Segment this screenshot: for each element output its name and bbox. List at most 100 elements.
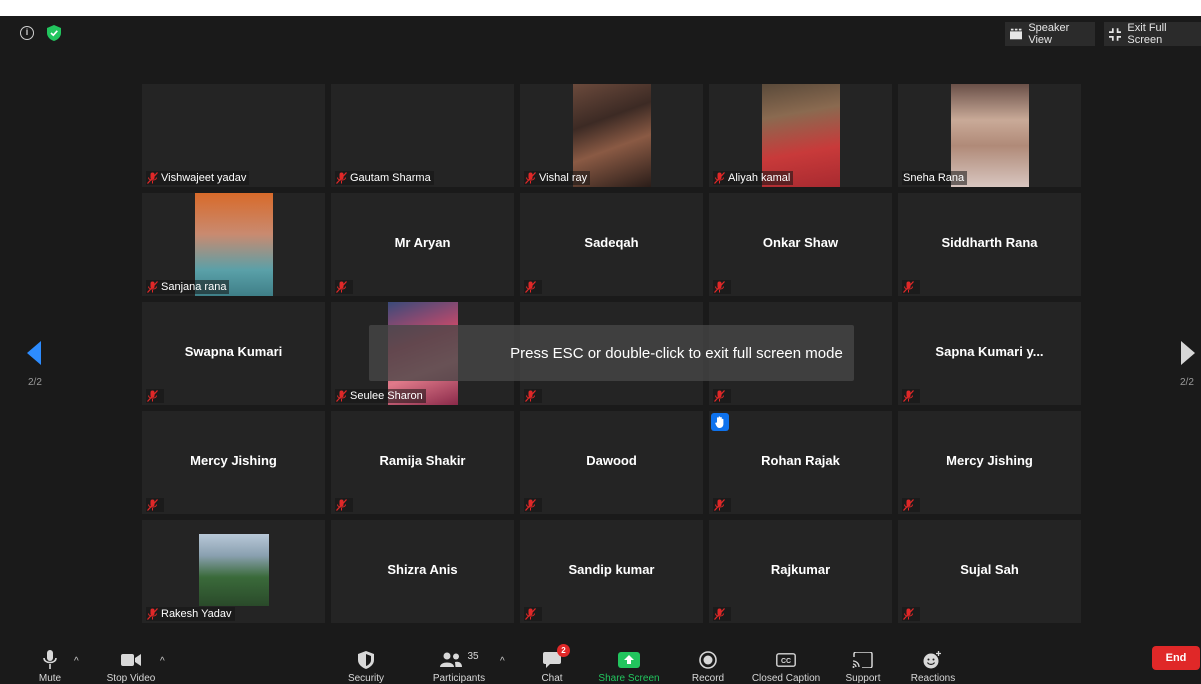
mic-muted-icon (525, 172, 536, 184)
participants-options-caret-icon[interactable]: ^ (500, 656, 505, 667)
mic-muted-icon (336, 390, 347, 402)
tile-footer (713, 280, 731, 294)
tile-footer (902, 498, 920, 512)
participant-name: Gautam Sharma (350, 172, 431, 184)
stop-video-label: Stop Video (106, 673, 156, 684)
next-page-arrow-icon[interactable] (1181, 341, 1195, 365)
mute-button[interactable]: Mute (34, 642, 66, 684)
fullscreen-toast-text: Press ESC or double-click to exit full s… (510, 344, 843, 362)
stop-video-button[interactable]: Stop Video (100, 642, 162, 684)
mic-muted-icon (714, 281, 725, 293)
tile-footer: Vishwajeet yadav (146, 171, 250, 185)
video-options-caret-icon[interactable]: ^ (160, 656, 165, 667)
mic-muted-icon (336, 499, 347, 511)
participant-tile[interactable]: Sanjana rana (142, 193, 325, 296)
participant-tile[interactable]: Shizra Anis (331, 520, 514, 623)
participant-name: Shizra Anis (387, 562, 458, 577)
participant-tile[interactable]: Mercy Jishing (142, 411, 325, 514)
closed-caption-label: Closed Caption (751, 673, 821, 684)
speaker-view-button[interactable]: Speaker View (1005, 22, 1095, 46)
chat-unread-badge: 2 (557, 644, 570, 657)
tile-footer: Seulee Sharon (335, 389, 426, 403)
reactions-button[interactable]: Reactions (906, 642, 960, 684)
participant-name: Swapna Kumari (184, 344, 283, 359)
mic-muted-icon (147, 281, 158, 293)
participant-tile[interactable]: Vishwajeet yadav (142, 84, 325, 187)
tile-footer (524, 607, 542, 621)
participant-tile[interactable]: Aliyah kamal (709, 84, 892, 187)
participant-name: Sujal Sah (960, 562, 1019, 577)
participant-tile[interactable]: Sadeqah (520, 193, 703, 296)
security-label: Security (347, 673, 385, 684)
participant-tile[interactable]: Mr Aryan (331, 193, 514, 296)
support-button[interactable]: Support (842, 642, 884, 684)
record-button[interactable]: Record (689, 642, 727, 684)
fullscreen-toast: Press ESC or double-click to exit full s… (369, 325, 854, 381)
participant-tile[interactable]: Ramija Shakir (331, 411, 514, 514)
participant-tile[interactable]: Rohan Rajak (709, 411, 892, 514)
participant-tile[interactable]: Rajkumar (709, 520, 892, 623)
participant-tile[interactable]: Sujal Sah (898, 520, 1081, 623)
participants-icon (440, 652, 463, 667)
meeting-toolbar: Mute ^ Stop Video ^ Security 35 Particip… (0, 642, 1201, 684)
participant-tile[interactable]: Mercy Jishing (898, 411, 1081, 514)
participant-tile[interactable]: Swapna Kumari (142, 302, 325, 405)
participant-name: Sadeqah (584, 235, 639, 250)
participant-tile[interactable]: Dawood (520, 411, 703, 514)
share-screen-button[interactable]: Share Screen (596, 642, 662, 684)
tile-footer (335, 280, 353, 294)
mic-muted-icon (336, 172, 347, 184)
participant-name: Ramija Shakir (379, 453, 466, 468)
tile-footer: Gautam Sharma (335, 171, 434, 185)
share-screen-label: Share Screen (598, 673, 660, 684)
info-icon[interactable]: i (20, 26, 34, 40)
mic-muted-icon (714, 390, 725, 402)
closed-caption-button[interactable]: CC Closed Caption (748, 642, 824, 684)
exit-full-screen-button[interactable]: Exit Full Screen (1104, 22, 1201, 46)
participant-tile[interactable]: Sandip kumar (520, 520, 703, 623)
record-label: Record (691, 673, 725, 684)
mic-muted-icon (147, 172, 158, 184)
participants-button[interactable]: 35 Participants (428, 642, 490, 684)
participant-name: Siddharth Rana (941, 235, 1038, 250)
participants-label: Participants (432, 673, 486, 684)
tile-footer (713, 498, 731, 512)
closed-caption-icon: CC (776, 653, 796, 667)
exit-full-screen-label: Exit Full Screen (1127, 22, 1167, 46)
participant-tile[interactable]: Vishal ray (520, 84, 703, 187)
audio-options-caret-icon[interactable]: ^ (74, 656, 79, 667)
participant-name: Onkar Shaw (762, 235, 839, 250)
participant-tile[interactable]: Siddharth Rana (898, 193, 1081, 296)
end-meeting-button[interactable]: End (1152, 646, 1200, 670)
mic-muted-icon (714, 499, 725, 511)
mic-muted-icon (525, 281, 536, 293)
previous-page-arrow-icon[interactable] (27, 341, 41, 365)
video-camera-icon (121, 654, 141, 666)
participant-name: Vishwajeet yadav (161, 172, 247, 184)
mic-muted-icon (147, 390, 158, 402)
security-button[interactable]: Security (343, 642, 389, 684)
mic-muted-icon (147, 608, 158, 620)
speaker-view-icon (1010, 28, 1023, 40)
chat-label: Chat (541, 673, 563, 684)
tile-footer (524, 280, 542, 294)
participant-tile[interactable]: Rakesh Yadav (142, 520, 325, 623)
participant-tile[interactable]: Sneha Rana (898, 84, 1081, 187)
support-cast-icon (852, 652, 873, 668)
mic-muted-icon (714, 172, 725, 184)
participant-tile[interactable]: Onkar Shaw (709, 193, 892, 296)
participant-name: Sanjana rana (161, 281, 227, 293)
reactions-emoji-icon (923, 651, 941, 669)
participant-tile[interactable]: Sapna Kumari y... (898, 302, 1081, 405)
chat-button[interactable]: 2 Chat (535, 642, 570, 684)
encryption-shield-icon[interactable] (47, 25, 61, 41)
tile-footer (902, 389, 920, 403)
speaker-view-label: Speaker View (1028, 22, 1070, 46)
tile-footer (524, 498, 542, 512)
mic-muted-icon (903, 390, 914, 402)
mic-muted-icon (147, 499, 158, 511)
tile-footer: Aliyah kamal (713, 171, 794, 185)
page-indicator-left: 2/2 (28, 377, 42, 388)
participant-tile[interactable]: Gautam Sharma (331, 84, 514, 187)
participant-name: Sneha Rana (903, 172, 965, 184)
